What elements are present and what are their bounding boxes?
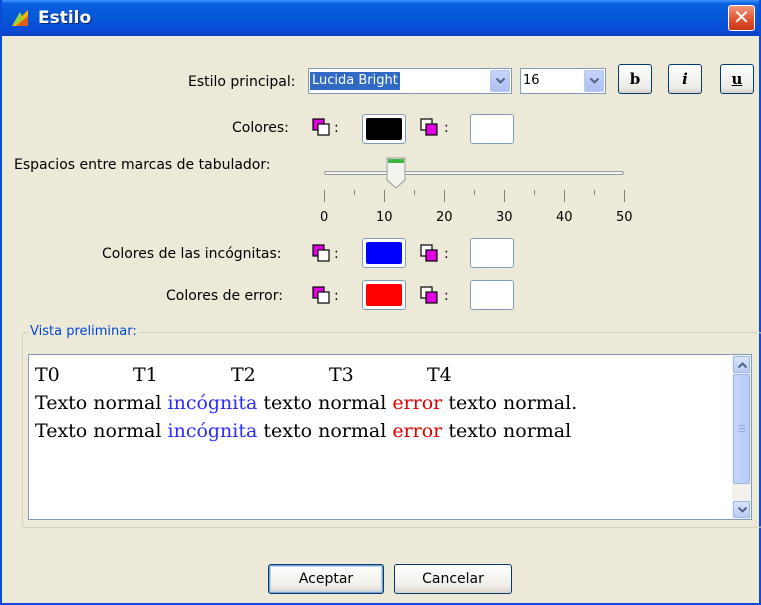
foreground-color-icon (312, 244, 330, 262)
font-size-select[interactable]: 16 (520, 68, 606, 94)
error-text: error (392, 392, 443, 414)
foreground-color-icon (312, 286, 330, 304)
slider-minor-tick (414, 190, 415, 195)
close-button[interactable]: ✕ (728, 5, 755, 31)
scroll-down-button[interactable] (733, 501, 750, 518)
slider-tick-label: 0 (320, 210, 329, 225)
font-family-value: Lucida Bright (310, 72, 400, 90)
colon-separator: : (444, 246, 449, 262)
tab-marker: T4 (427, 364, 452, 386)
unknown-text: incógnita (167, 420, 258, 442)
colon-separator: : (334, 246, 339, 262)
style-dialog: Estilo ✕ Estilo principal: Lucida Bright… (0, 0, 761, 605)
font-family-select[interactable]: Lucida Bright (308, 68, 512, 94)
tab-spacing-slider[interactable] (324, 171, 624, 175)
accept-button[interactable]: Aceptar (268, 564, 384, 594)
chevron-down-icon[interactable] (584, 70, 604, 92)
preview-line: Texto normal incógnita texto normal erro… (35, 417, 725, 445)
background-color-icon (420, 244, 438, 262)
slider-major-tick (564, 190, 565, 202)
error-text: error (392, 420, 443, 442)
tab-marker: T2 (231, 364, 256, 386)
unknown-foreground-swatch[interactable] (362, 238, 406, 268)
colon-separator: : (444, 288, 449, 304)
background-color-swatch[interactable] (470, 114, 514, 144)
slider-tick-label: 50 (616, 210, 633, 225)
preview-tab-row: T0 T1 T2 T3 T4 (35, 361, 725, 389)
slider-major-tick (504, 190, 505, 202)
bold-button[interactable]: b (618, 64, 652, 94)
scroll-up-button[interactable] (733, 356, 750, 373)
slider-tick-label: 20 (436, 210, 453, 225)
colon-separator: : (334, 288, 339, 304)
tab-marker: T3 (329, 364, 354, 386)
background-color-icon (420, 286, 438, 304)
slider-major-tick (444, 190, 445, 202)
normal-text: Texto normal (35, 392, 162, 414)
colors-label: Colores: (232, 120, 289, 136)
preview-area[interactable]: T0 T1 T2 T3 T4 Texto normal incógnita texto … (28, 354, 752, 520)
normal-text: texto normal (263, 392, 387, 414)
slider-tick-label: 10 (376, 210, 393, 225)
slider-tick-label: 40 (556, 210, 573, 225)
slider-minor-tick (594, 190, 595, 195)
underline-button[interactable]: u (720, 64, 754, 94)
normal-text: texto (448, 420, 497, 442)
tab-marker: T0 (35, 364, 60, 386)
normal-text: texto (448, 392, 497, 414)
tab-spacing-label: Espacios entre marcas de tabulador: (14, 157, 271, 173)
scroll-thumb[interactable] (733, 374, 750, 484)
slider-thumb[interactable] (386, 157, 406, 189)
slider-major-tick (624, 190, 625, 202)
unknown-colors-label: Colores de las incógnitas: (102, 246, 282, 262)
error-foreground-swatch[interactable] (362, 280, 406, 310)
slider-minor-tick (474, 190, 475, 195)
colon-separator: : (444, 120, 449, 136)
vertical-scrollbar[interactable] (732, 355, 751, 519)
chevron-down-icon[interactable] (490, 70, 510, 92)
foreground-color-swatch[interactable] (362, 114, 406, 144)
app-icon (12, 10, 28, 26)
slider-major-tick (324, 190, 325, 202)
error-background-swatch[interactable] (470, 280, 514, 310)
normal-text: normal (503, 420, 572, 442)
unknown-text: incógnita (167, 392, 258, 414)
unknown-background-swatch[interactable] (470, 238, 514, 268)
slider-tick-label: 30 (496, 210, 513, 225)
colon-separator: : (334, 120, 339, 136)
title-bar[interactable]: Estilo ✕ (2, 0, 759, 36)
normal-text: normal. (503, 392, 578, 414)
preview-text: T0 T1 T2 T3 T4 Texto normal incógnita texto … (35, 361, 725, 445)
preview-line: Texto normal incógnita texto normal erro… (35, 389, 725, 417)
tab-marker: T1 (133, 364, 158, 386)
normal-text: texto normal (263, 420, 387, 442)
slider-minor-tick (354, 190, 355, 195)
main-style-label: Estilo principal: (188, 74, 296, 90)
slider-major-tick (384, 190, 385, 202)
preview-group-title: Vista preliminar: (28, 324, 139, 339)
background-color-icon (420, 118, 438, 136)
window-title: Estilo (38, 8, 92, 28)
error-colors-label: Colores de error: (166, 288, 283, 304)
font-size-value: 16 (523, 73, 540, 88)
cancel-button[interactable]: Cancelar (394, 564, 512, 594)
slider-minor-tick (534, 190, 535, 195)
italic-button[interactable]: i (668, 64, 702, 94)
foreground-color-icon (312, 118, 330, 136)
normal-text: Texto normal (35, 420, 162, 442)
